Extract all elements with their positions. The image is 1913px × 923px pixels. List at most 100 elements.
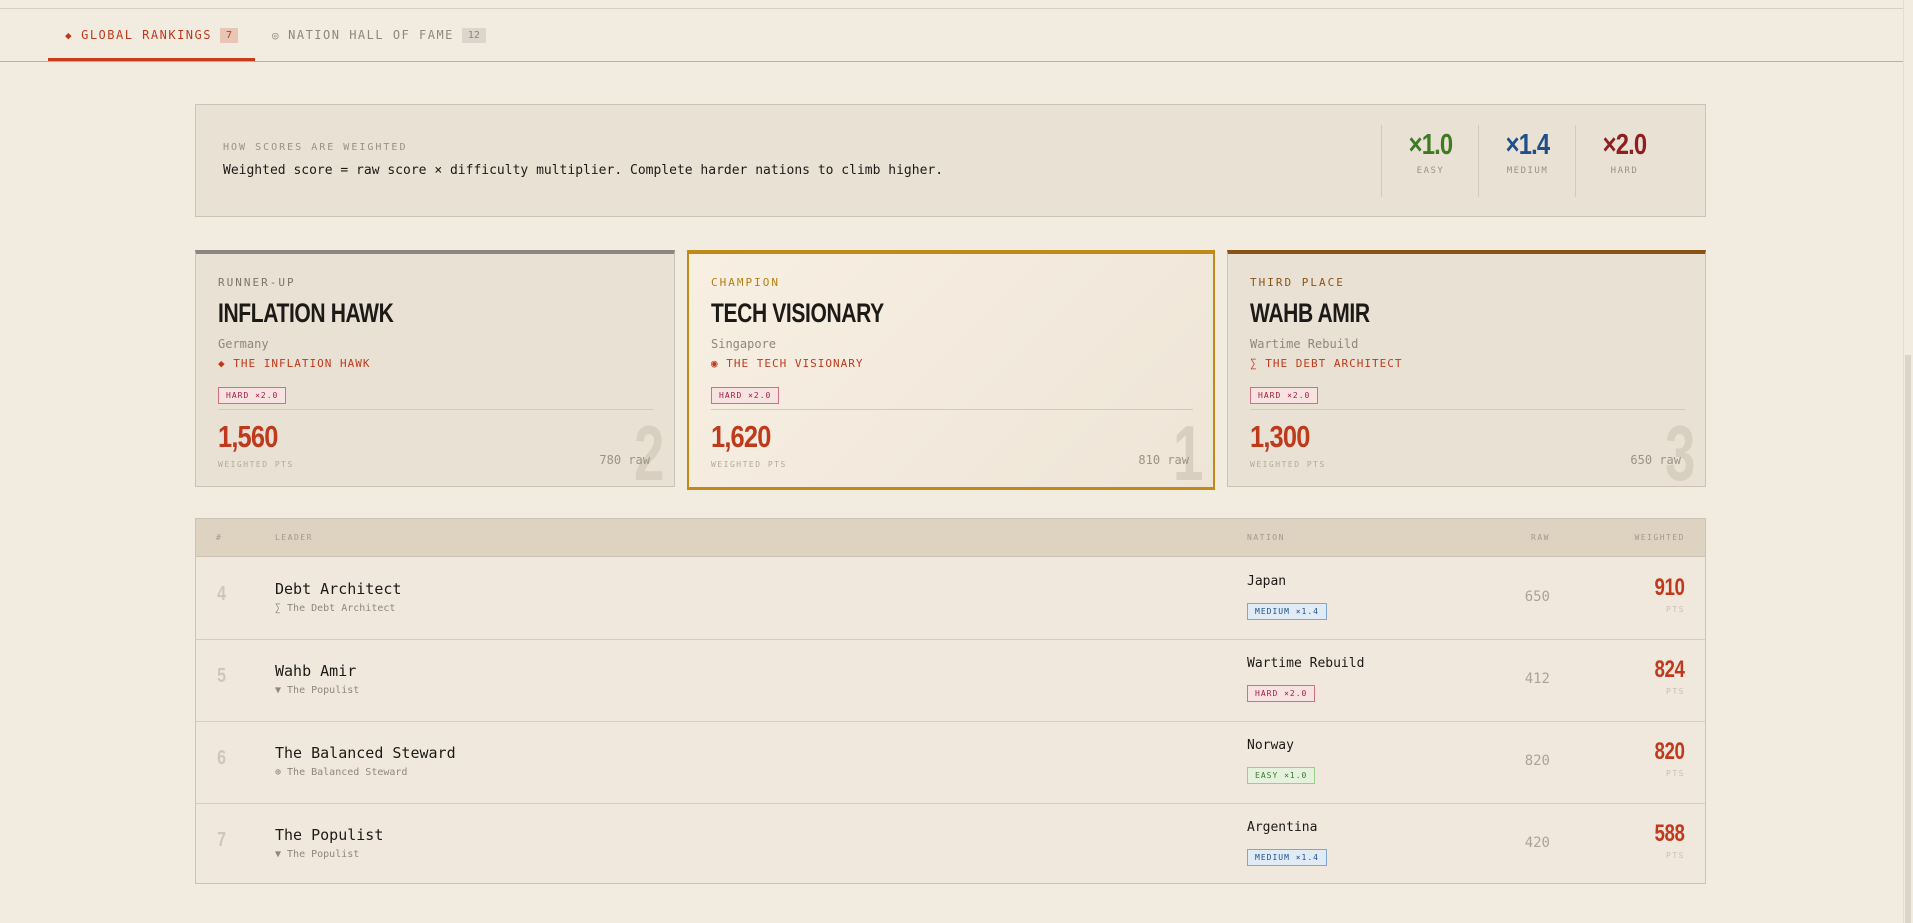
archetype-label: THE INFLATION HAWK <box>233 357 371 370</box>
pts-label: PTS <box>1666 687 1685 696</box>
podium-place: RUNNER-UP <box>218 276 296 289</box>
podium-archetype: ◉ THE TECH VISIONARY <box>711 357 863 370</box>
pts-label: PTS <box>1666 851 1685 860</box>
podium-archetype: ∑ THE DEBT ARCHITECT <box>1250 357 1402 370</box>
podium-raw-score: 780 raw <box>599 453 650 467</box>
table-row[interactable]: 5 Wahb Amir ▼ The Populist Wartime Rebui… <box>196 639 1705 722</box>
multiplier-medium: ×1.4 MEDIUM <box>1478 125 1576 197</box>
score-weighting-panel: HOW SCORES ARE WEIGHTED Weighted score =… <box>195 104 1706 217</box>
difficulty-badge: HARD ×2.0 <box>711 387 780 404</box>
multiplier-label: HARD <box>1610 166 1639 176</box>
tab-global-rankings[interactable]: ◆ GLOBAL RANKINGS 7 <box>48 9 255 61</box>
row-nation: Norway <box>1247 738 1294 753</box>
multiplier-label: EASY <box>1416 166 1445 176</box>
podium-nation: Wartime Rebuild <box>1250 337 1359 351</box>
sigma-icon: ∑ <box>1250 357 1258 370</box>
archetype-label: THE DEBT ARCHITECT <box>1265 357 1403 370</box>
weighting-description: Weighted score = raw score × difficulty … <box>223 163 944 178</box>
tab-count-badge: 12 <box>461 27 486 43</box>
row-rank: 6 <box>217 747 227 769</box>
multiplier-easy: ×1.0 EASY <box>1381 125 1479 197</box>
scrollbar-thumb[interactable] <box>1905 355 1911 923</box>
row-weighted-score: 910 <box>1654 574 1685 601</box>
podium-raw-score: 810 raw <box>1138 453 1189 467</box>
table-row[interactable]: 7 The Populist ▼ The Populist Argentina … <box>196 803 1705 885</box>
podium-weighted-score: 1,560 <box>218 419 278 454</box>
difficulty-badge: HARD ×2.0 <box>218 387 287 404</box>
weighting-kicker: HOW SCORES ARE WEIGHTED <box>223 142 408 153</box>
row-weighted-score: 588 <box>1654 820 1685 847</box>
rankings-table: # LEADER NATION RAW WEIGHTED 4 Debt Arch… <box>195 518 1706 884</box>
row-rank: 4 <box>217 583 227 605</box>
podium-leader-name: WAHB AMIR <box>1250 298 1370 328</box>
row-leader-name: The Balanced Steward <box>275 744 456 762</box>
tab-label: NATION HALL OF FAME <box>288 28 454 42</box>
row-rank: 7 <box>217 829 227 851</box>
multiplier-value: ×1.0 <box>1408 129 1453 161</box>
divider <box>711 409 1193 410</box>
row-nation: Japan <box>1247 574 1287 589</box>
tab-label: GLOBAL RANKINGS <box>81 28 212 42</box>
multiplier-value: ×1.4 <box>1505 129 1550 161</box>
tab-bar: ◆ GLOBAL RANKINGS 7 ◎ NATION HALL OF FAM… <box>0 9 1903 62</box>
multiplier-label: MEDIUM <box>1506 166 1549 176</box>
difficulty-badge: EASY ×1.0 <box>1247 767 1316 784</box>
archetype-label: THE TECH VISIONARY <box>726 357 864 370</box>
row-raw-score: 820 <box>1524 753 1550 769</box>
row-leader-name: The Populist <box>275 826 384 844</box>
table-header: # LEADER NATION RAW WEIGHTED <box>196 519 1705 557</box>
podium-raw-score: 650 raw <box>1630 453 1681 467</box>
difficulty-badge: MEDIUM ×1.4 <box>1247 849 1327 866</box>
tab-nation-hall-of-fame[interactable]: ◎ NATION HALL OF FAME 12 <box>272 9 486 61</box>
row-rank: 5 <box>217 665 227 687</box>
target-icon: ◎ <box>272 28 281 42</box>
podium-rank-number: 1 <box>1172 409 1203 490</box>
row-nation: Argentina <box>1247 820 1318 835</box>
divider <box>1250 409 1685 410</box>
podium-rank-number: 3 <box>1664 409 1695 487</box>
podium-card-third-place[interactable]: THIRD PLACE WAHB AMIR Wartime Rebuild ∑ … <box>1227 250 1706 487</box>
podium-leader-name: TECH VISIONARY <box>711 298 884 328</box>
podium-archetype: ◆ THE INFLATION HAWK <box>218 357 370 370</box>
row-archetype: ∑ The Debt Architect <box>275 603 396 614</box>
podium-card-runner-up[interactable]: RUNNER-UP INFLATION HAWK Germany ◆ THE I… <box>195 250 675 487</box>
row-nation: Wartime Rebuild <box>1247 656 1365 671</box>
row-raw-score: 412 <box>1524 671 1550 687</box>
row-archetype: ▼ The Populist <box>275 685 360 696</box>
row-raw-score: 420 <box>1524 835 1550 851</box>
header-raw: RAW <box>1531 533 1550 542</box>
row-archetype: ▼ The Populist <box>275 849 360 860</box>
weighted-pts-label: WEIGHTED PTS <box>711 460 787 469</box>
podium-card-champion[interactable]: CHAMPION TECH VISIONARY Singapore ◉ THE … <box>687 250 1215 490</box>
circle-dot-icon: ◉ <box>711 357 719 370</box>
podium-nation: Singapore <box>711 337 777 351</box>
header-leader: LEADER <box>275 533 313 542</box>
header-rank: # <box>216 533 223 542</box>
header-nation: NATION <box>1247 533 1285 542</box>
weighted-pts-label: WEIGHTED PTS <box>218 460 294 469</box>
pts-label: PTS <box>1666 605 1685 614</box>
row-archetype: ⊕ The Balanced Steward <box>275 767 408 778</box>
podium-weighted-score: 1,620 <box>711 419 771 454</box>
table-row[interactable]: 6 The Balanced Steward ⊕ The Balanced St… <box>196 721 1705 804</box>
tab-count-badge: 7 <box>219 27 239 43</box>
difficulty-badge: MEDIUM ×1.4 <box>1247 603 1327 620</box>
podium-leader-name: INFLATION HAWK <box>218 298 394 328</box>
podium-weighted-score: 1,300 <box>1250 419 1310 454</box>
multiplier-value: ×2.0 <box>1602 129 1647 161</box>
page-scrollbar[interactable] <box>1903 0 1913 923</box>
row-weighted-score: 824 <box>1654 656 1685 683</box>
podium-rank-number: 2 <box>633 409 664 487</box>
diamond-icon: ◆ <box>64 28 74 42</box>
difficulty-badge: HARD ×2.0 <box>1250 387 1319 404</box>
podium-nation: Germany <box>218 337 269 351</box>
scrollbar-track-edge <box>1903 0 1904 923</box>
pts-label: PTS <box>1666 769 1685 778</box>
divider <box>218 409 654 410</box>
row-weighted-score: 820 <box>1654 738 1685 765</box>
multiplier-hard: ×2.0 HARD <box>1575 125 1673 197</box>
podium-place: CHAMPION <box>711 276 780 289</box>
table-row[interactable]: 4 Debt Architect ∑ The Debt Architect Ja… <box>196 557 1705 640</box>
diamond-icon: ◆ <box>218 357 226 370</box>
row-leader-name: Wahb Amir <box>275 662 357 680</box>
